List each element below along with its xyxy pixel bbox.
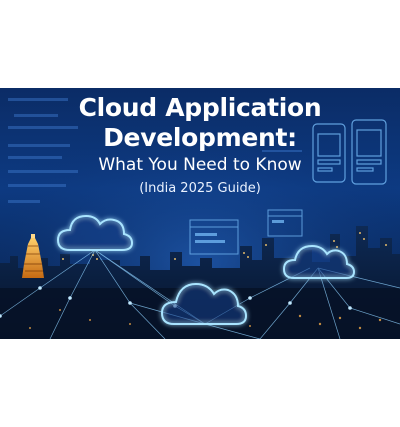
title-line-2: Development:	[103, 123, 297, 152]
title-line-1: Cloud Application	[78, 93, 322, 122]
hero-banner: Cloud Application Development: What You …	[0, 88, 400, 339]
tagline: (India 2025 Guide)	[139, 181, 261, 196]
subtitle: What You Need to Know	[98, 155, 302, 175]
